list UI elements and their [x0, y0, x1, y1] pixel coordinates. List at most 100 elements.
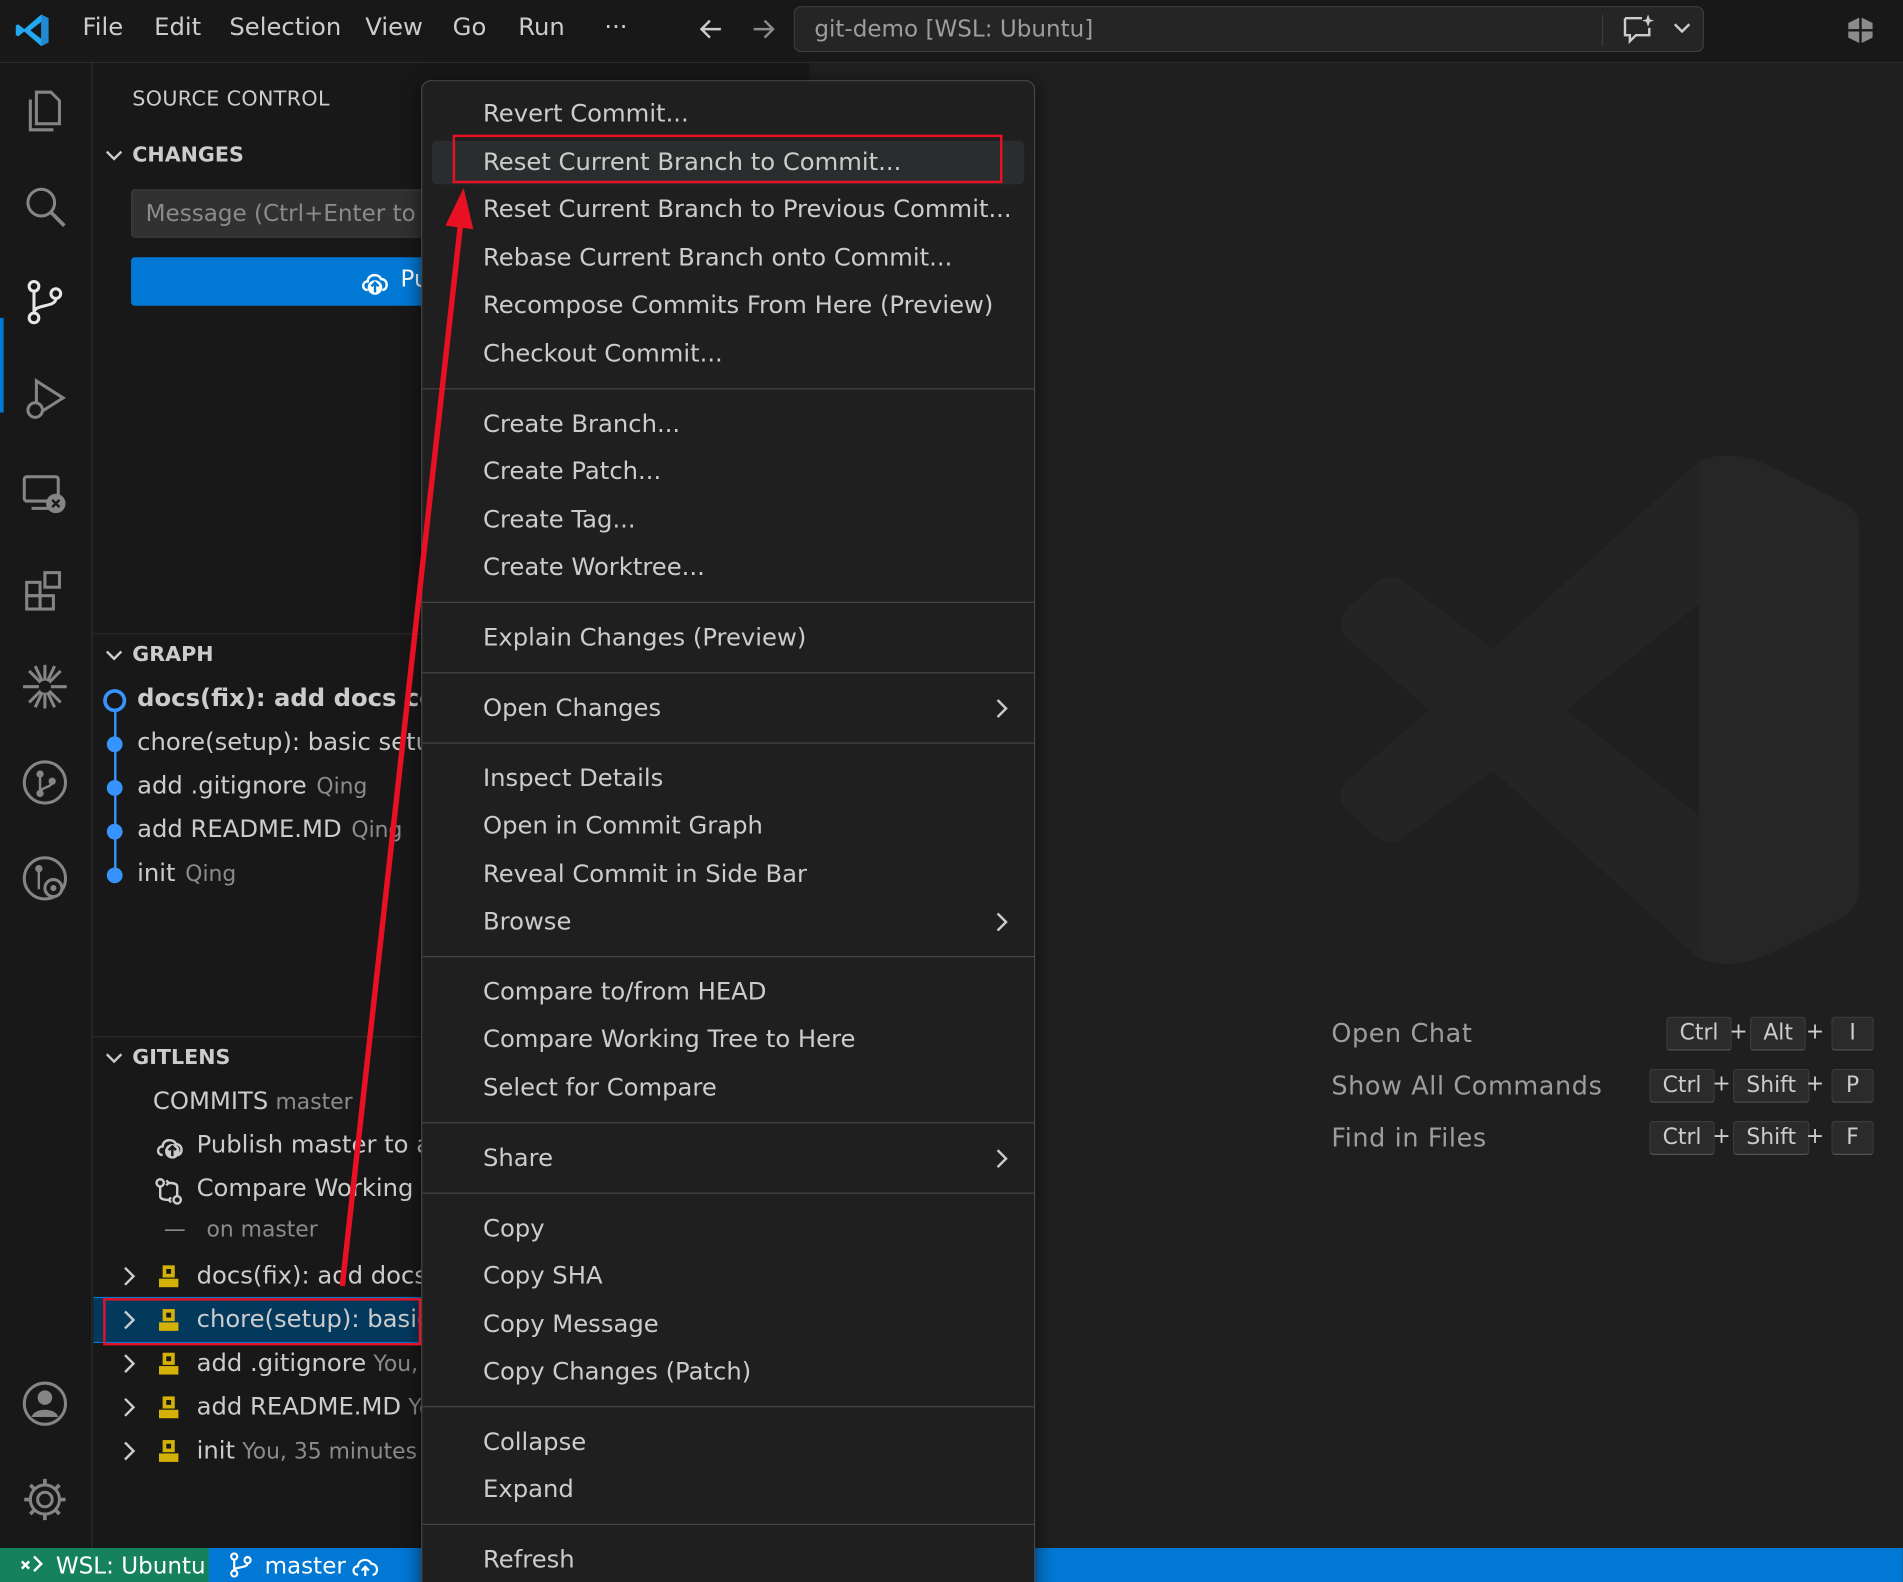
menu-go[interactable]: Go	[453, 12, 487, 41]
activity-bar	[0, 63, 93, 1549]
menu-separator	[422, 1523, 1034, 1525]
changes-section-header[interactable]: CHANGES	[93, 138, 433, 174]
explorer-icon[interactable]	[19, 85, 70, 136]
menu-item-copy-changes-patch[interactable]: Copy Changes (Patch)	[432, 1350, 1024, 1394]
menu-item-checkout-commit[interactable]: Checkout Commit...	[432, 332, 1024, 376]
chevron-right-icon	[996, 699, 1008, 718]
hint-open-chat: Open Chat Ctrl + Alt + I	[1331, 1016, 1889, 1053]
menu-item-recompose-commits[interactable]: Recompose Commits From Here (Preview)	[432, 284, 1024, 328]
layout-icon[interactable]	[1845, 15, 1877, 47]
run-debug-icon[interactable]	[19, 374, 70, 425]
menu-selection[interactable]: Selection	[229, 12, 341, 41]
publish-label: Publish master to a	[196, 1129, 432, 1159]
menu-separator	[422, 1406, 1034, 1408]
commit-message-input[interactable]: Message (Ctrl+Enter to c	[131, 189, 434, 238]
menu-more[interactable]: ···	[604, 12, 627, 41]
menu-item-create-patch[interactable]: Create Patch...	[432, 450, 1024, 494]
annotation-highlight-menu-item	[452, 134, 1003, 184]
menu-run[interactable]: Run	[518, 12, 565, 41]
menu-item-reset-branch-to-previous[interactable]: Reset Current Branch to Previous Commit.…	[432, 188, 1024, 232]
menu-item-copy-message[interactable]: Copy Message	[432, 1303, 1024, 1347]
gitlens-publish-row[interactable]: Publish master to a	[93, 1123, 433, 1167]
sparkle-agent-icon[interactable]	[19, 661, 70, 712]
menu-item-label: Inspect Details	[483, 763, 664, 793]
menu-edit[interactable]: Edit	[154, 12, 201, 41]
menu-item-copy[interactable]: Copy	[432, 1207, 1024, 1251]
chat-sparkle-icon[interactable]	[1620, 13, 1656, 45]
menu-item-label: Copy	[483, 1213, 545, 1243]
menu-item-share[interactable]: Share	[432, 1137, 1024, 1181]
remote-explorer-icon[interactable]	[19, 470, 70, 521]
settings-gear-icon[interactable]	[19, 1474, 70, 1525]
remote-indicator[interactable]: WSL: Ubuntu	[0, 1548, 209, 1582]
gitlens-commit-row[interactable]: add README.MDYo	[93, 1385, 433, 1429]
branch-label[interactable]: master	[265, 1553, 346, 1580]
cloud-publish-icon[interactable]	[350, 1554, 382, 1578]
extensions-icon[interactable]	[19, 565, 70, 616]
graph-commit-row[interactable]: add README.MD Qing	[93, 809, 433, 853]
hint-label: Show All Commands	[1331, 1071, 1603, 1101]
keycap: Ctrl	[1649, 1068, 1715, 1103]
menu-separator	[422, 1192, 1034, 1194]
menu-item-open-changes[interactable]: Open Changes	[432, 687, 1024, 731]
menu-item-refresh[interactable]: Refresh	[432, 1538, 1024, 1582]
menu-item-label: Compare Working Tree to Here	[483, 1023, 856, 1054]
menu-item-label: Browse	[483, 906, 572, 936]
command-center[interactable]: git-demo [WSL: Ubuntu]	[793, 6, 1704, 53]
commit-message: add README.MD	[137, 814, 342, 844]
menu-item-expand[interactable]: Expand	[432, 1468, 1024, 1512]
menu-view[interactable]: View	[365, 12, 423, 41]
menu-item-open-in-commit-graph[interactable]: Open in Commit Graph	[432, 804, 1024, 848]
menu-item-compare-head[interactable]: Compare to/from HEAD	[432, 971, 1024, 1015]
commit-node	[106, 867, 123, 884]
gitlens-compare-row[interactable]: Compare Working T	[93, 1167, 433, 1211]
gitlens-commit-row[interactable]: docs(fix): add docs c	[93, 1254, 433, 1298]
search-icon[interactable]	[19, 181, 70, 232]
menu-item-inspect-details[interactable]: Inspect Details	[432, 757, 1024, 801]
menu-item-select-for-compare[interactable]: Select for Compare	[432, 1066, 1024, 1110]
gitlens-graph-icon[interactable]	[19, 757, 70, 808]
gitlens-commit-row[interactable]: add .gitignore You,	[93, 1342, 433, 1386]
hint-label: Open Chat	[1331, 1019, 1473, 1049]
menu-item-reveal-commit[interactable]: Reveal Commit in Side Bar	[432, 853, 1024, 897]
menu-item-create-branch[interactable]: Create Branch...	[432, 403, 1024, 447]
gitlens-inspect-icon[interactable]	[19, 853, 70, 904]
hint-label: Find in Files	[1331, 1123, 1487, 1153]
menu-item-create-tag[interactable]: Create Tag...	[432, 499, 1024, 543]
plus-sign: +	[1805, 1123, 1825, 1149]
graph-commit-row[interactable]: chore(setup): basic setup	[93, 722, 433, 766]
menu-item-explain-changes[interactable]: Explain Changes (Preview)	[432, 616, 1024, 660]
menu-item-compare-working-tree[interactable]: Compare Working Tree to Here	[432, 1018, 1024, 1062]
menu-file[interactable]: File	[83, 12, 124, 41]
chevron-down-icon[interactable]	[1671, 17, 1693, 39]
gitlens-commits-node[interactable]: COMMITS master	[93, 1080, 433, 1124]
graph-section-header[interactable]: GRAPH	[93, 638, 433, 674]
forward-arrow-icon[interactable]	[749, 15, 778, 44]
menu-item-copy-sha[interactable]: Copy SHA	[432, 1254, 1024, 1298]
menu-item-create-worktree[interactable]: Create Worktree...	[432, 546, 1024, 590]
compare-changes-icon	[155, 1178, 183, 1205]
menu-separator	[422, 601, 1034, 603]
menu-item-revert-commit[interactable]: Revert Commit...	[432, 92, 1024, 136]
menu-separator	[422, 1122, 1034, 1124]
menu-item-label: Compare to/from HEAD	[483, 976, 767, 1006]
account-icon[interactable]	[19, 1378, 70, 1429]
command-center-divider	[1601, 14, 1604, 47]
menu-item-label: Refresh	[483, 1544, 575, 1574]
source-control-icon[interactable]	[19, 277, 70, 328]
gitlens-commit-row[interactable]: init You, 35 minutes a	[93, 1429, 433, 1473]
commit-message: add .gitignore	[137, 770, 307, 800]
gitlens-section-header[interactable]: GITLENS	[93, 1041, 433, 1077]
publish-branch-button[interactable]: Pu	[131, 257, 434, 306]
graph-commit-row[interactable]: init Qing	[93, 853, 433, 897]
git-branch-icon[interactable]	[228, 1552, 255, 1579]
menu-item-label: Share	[483, 1142, 554, 1172]
menu-item-browse[interactable]: Browse	[432, 900, 1024, 944]
graph-commit-row[interactable]: add .gitignore Qing	[93, 766, 433, 810]
back-arrow-icon[interactable]	[697, 15, 726, 44]
menu-item-rebase-onto-commit[interactable]: Rebase Current Branch onto Commit...	[432, 237, 1024, 281]
graph-commit-row[interactable]: docs(fix): add docs cont	[93, 678, 433, 722]
menu-item-collapse[interactable]: Collapse	[432, 1421, 1024, 1465]
commit-message: add README.MD	[196, 1391, 402, 1421]
menu-item-label: Collapse	[483, 1426, 587, 1456]
